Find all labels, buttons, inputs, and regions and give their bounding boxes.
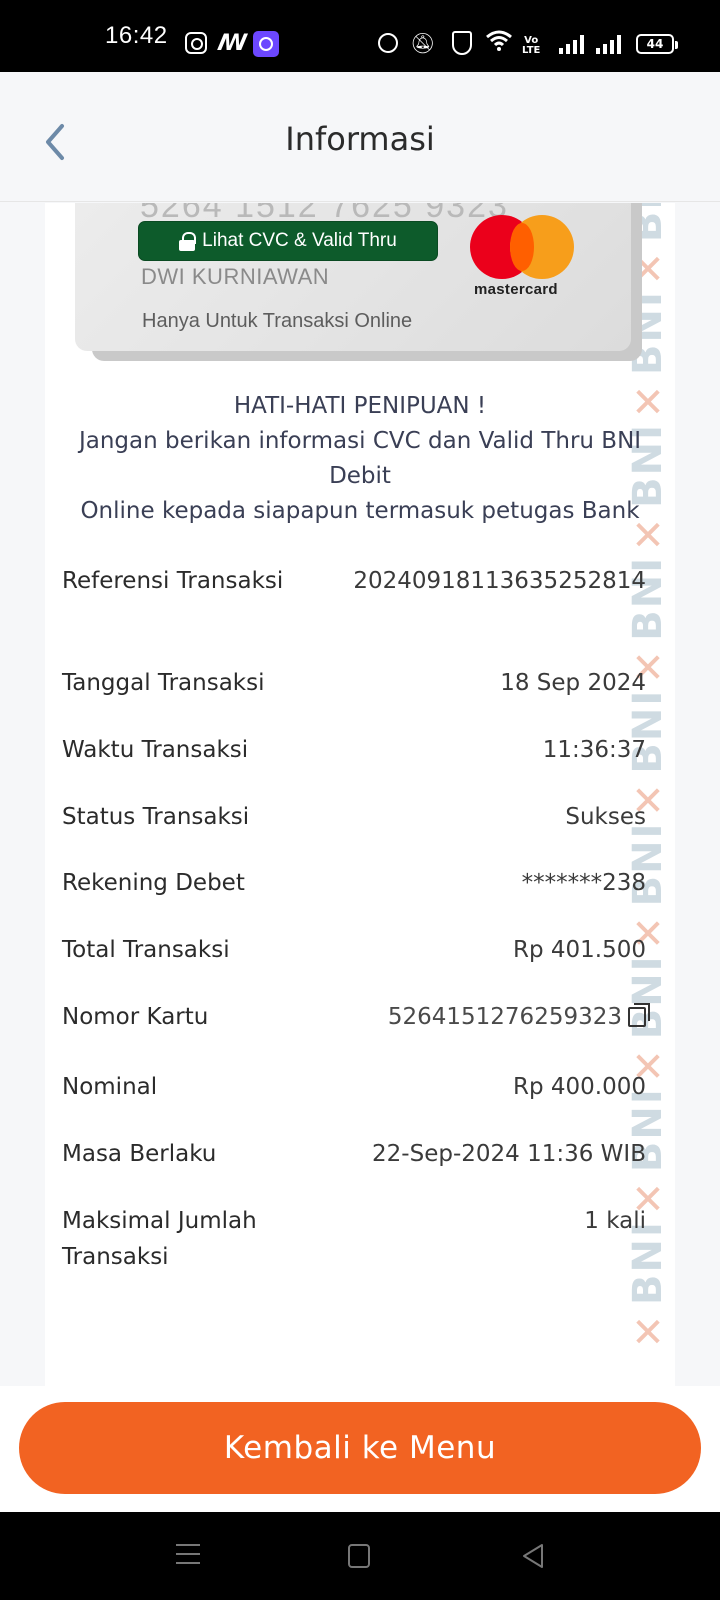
detail-row-status: Status Transaksi Sukses — [62, 799, 646, 835]
volte-icon: Vo LTE — [522, 35, 541, 56]
detail-label: Nominal — [62, 1074, 158, 1100]
status-time: 16:42 — [105, 22, 168, 49]
app-icon: ꟿ — [218, 30, 248, 56]
detail-label: Rekening Debet — [62, 870, 245, 896]
detail-label: Tanggal Transaksi — [62, 670, 265, 696]
wifi-icon — [486, 28, 512, 54]
detail-label: Nomor Kartu — [62, 1004, 209, 1030]
detail-label: Maksimal Jumlah Transaksi — [62, 1208, 257, 1270]
recent-apps-icon[interactable] — [176, 1542, 200, 1566]
detail-label: Waktu Transaksi — [62, 737, 249, 763]
detail-label: Referensi Transaksi — [62, 568, 284, 594]
back-icon[interactable] — [520, 1542, 546, 1570]
battery-icon: 44 — [636, 34, 678, 54]
detail-value: Sukses — [565, 804, 646, 830]
instagram-icon — [185, 32, 207, 54]
watermark-text: ✕BNI✕BNI✕BNI✕BNI✕BNI✕BNI✕BNI✕BNI✕BNI✕BNI… — [625, 203, 667, 1353]
warning-line: Online kepada siapapun termasuk petugas … — [80, 498, 640, 524]
detail-row-nominal: Nominal Rp 400.000 — [62, 1069, 646, 1105]
detail-label: Masa Berlaku — [62, 1141, 217, 1167]
detail-row-validity: Masa Berlaku 22-Sep-2024 11:36 WIB — [62, 1136, 646, 1172]
detail-label: Total Transaksi — [62, 937, 230, 963]
detail-row-max-transactions: Maksimal Jumlah Transaksi 1 kali — [62, 1203, 646, 1275]
show-cvc-label: Lihat CVC & Valid Thru — [202, 230, 397, 251]
content-panel: ✕BNI✕BNI✕BNI✕BNI✕BNI✕BNI✕BNI✕BNI✕BNI✕BNI… — [45, 203, 675, 1386]
cardholder-name: DWI KURNIAWAN — [141, 264, 330, 289]
signal-icon — [559, 34, 584, 54]
bni-watermark: ✕BNI✕BNI✕BNI✕BNI✕BNI✕BNI✕BNI✕BNI✕BNI✕BNI… — [617, 203, 667, 1353]
mastercard-logo: mastercard — [470, 215, 580, 305]
mute-icon: 🔕︎ — [410, 31, 436, 55]
warning-title: HATI-HATI PENIPUAN ! — [233, 393, 487, 419]
virtual-card: 5264 1512 7625 9323 Lihat CVC & Valid Th… — [75, 203, 631, 351]
detail-value: *******238 — [521, 870, 646, 896]
detail-row-date: Tanggal Transaksi 18 Sep 2024 — [62, 665, 646, 701]
detail-value: Rp 400.000 — [512, 1074, 646, 1100]
detail-row-card-number: Nomor Kartu 5264151276259323 — [62, 999, 650, 1035]
copy-icon[interactable] — [628, 1003, 650, 1027]
home-icon[interactable] — [348, 1544, 370, 1568]
detail-value: Rp 401.500 — [512, 937, 646, 963]
detail-value: 18 Sep 2024 — [500, 670, 646, 696]
detail-value: 22-Sep-2024 11:36 WIB — [372, 1141, 646, 1167]
signal-icon — [596, 34, 621, 54]
app-icon — [253, 31, 279, 57]
detail-value: 1 kali — [584, 1208, 646, 1234]
bottom-action-area: Kembali ke Menu — [0, 1386, 720, 1512]
status-bar: 16:42 ꟿ 🔕︎ Vo LTE 44 — [0, 0, 720, 72]
mastercard-text: mastercard — [474, 281, 558, 298]
back-to-menu-button[interactable]: Kembali ke Menu — [19, 1402, 701, 1494]
warning-line: Debit — [329, 463, 391, 489]
alarm-icon — [378, 33, 398, 53]
detail-value: 5264151276259323 — [387, 999, 650, 1035]
card-number-value: 5264151276259323 — [387, 1004, 622, 1030]
detail-value: 11:36:37 — [542, 737, 646, 763]
detail-value: 20240918113635252814 — [353, 568, 646, 594]
header: Informasi — [0, 72, 720, 202]
fraud-warning: HATI-HATI PENIPUAN ! Jangan berikan info… — [45, 389, 675, 529]
card-note: Hanya Untuk Transaksi Online — [142, 310, 413, 332]
detail-row-debit-account: Rekening Debet *******238 — [62, 865, 646, 901]
detail-row-total: Total Transaksi Rp 401.500 — [62, 932, 646, 968]
system-nav-bar — [0, 1512, 720, 1600]
lock-icon — [179, 232, 197, 251]
warning-line: Jangan berikan informasi CVC dan Valid T… — [78, 428, 642, 454]
detail-label: Status Transaksi — [62, 804, 250, 830]
shield-icon — [452, 31, 472, 55]
detail-row-time: Waktu Transaksi 11:36:37 — [62, 732, 646, 768]
detail-row-reference: Referensi Transaksi 20240918113635252814 — [62, 563, 646, 599]
page-title: Informasi — [285, 120, 435, 158]
show-cvc-button[interactable]: Lihat CVC & Valid Thru — [138, 221, 438, 261]
